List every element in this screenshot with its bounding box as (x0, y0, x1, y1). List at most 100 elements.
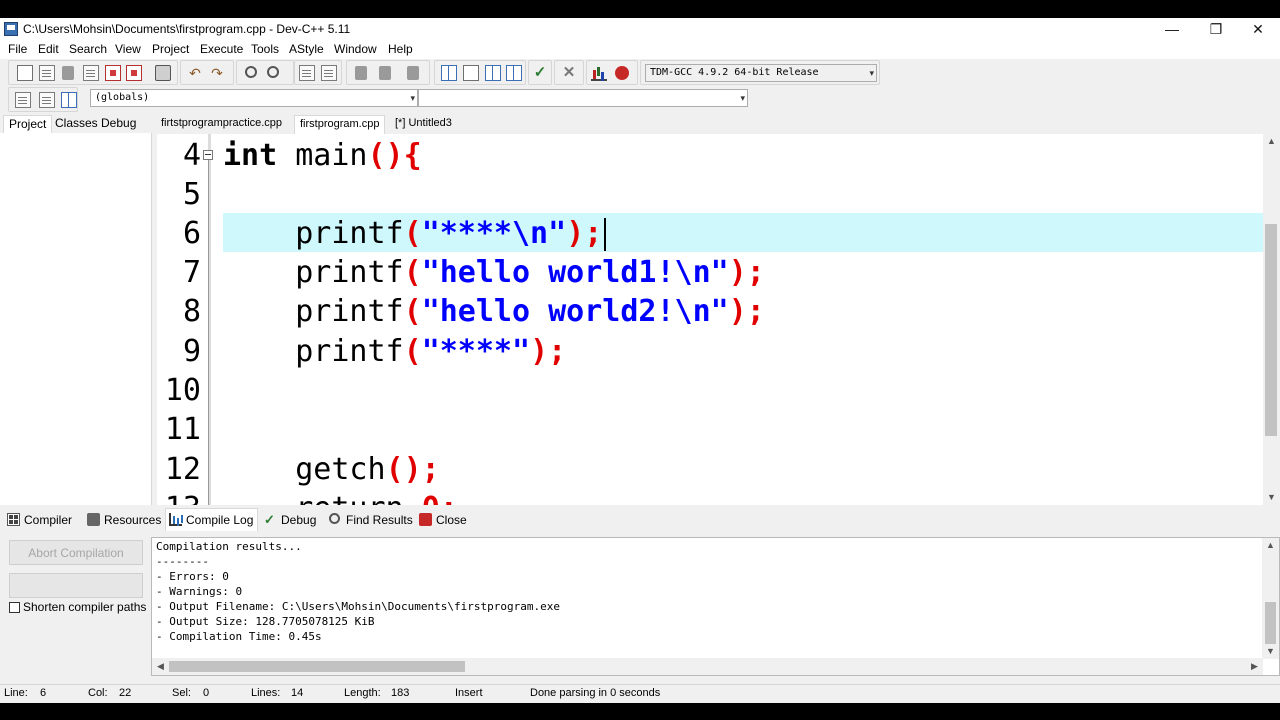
menu-project[interactable]: Project (152, 42, 189, 56)
editor-scroll-thumb[interactable] (1265, 224, 1277, 436)
bottom-tab-compiler[interactable]: Compiler (4, 509, 76, 531)
menu-edit[interactable]: Edit (38, 42, 59, 56)
editor-tab-untitled3[interactable]: [*] Untitled3 (390, 115, 457, 133)
scroll-right-icon[interactable]: ▶ (1246, 661, 1263, 672)
editor-tab-practice[interactable]: firtstprogrampractice.cpp (156, 115, 287, 133)
save-all-icon[interactable] (83, 65, 99, 81)
scroll-down-icon[interactable]: ▼ (1263, 492, 1280, 502)
chevron-down-icon: ▾ (410, 93, 415, 103)
compiler-select-value: TDM-GCC 4.9.2 64-bit Release (650, 67, 819, 78)
scroll-up-icon[interactable]: ▲ (1263, 136, 1280, 146)
new-file-icon[interactable] (17, 65, 33, 81)
menu-search[interactable]: Search (69, 42, 107, 56)
editor-tab-firstprogram[interactable]: firstprogram.cpp (294, 115, 386, 134)
debug-bug-icon[interactable] (615, 66, 629, 80)
code-line-12: getch(); (223, 452, 440, 487)
menu-execute[interactable]: Execute (200, 42, 243, 56)
compile-log-output[interactable]: Compilation results... -------- - Errors… (151, 537, 1280, 676)
undo-icon[interactable]: ↶ (187, 65, 203, 81)
log-horizontal-scrollbar[interactable]: ◀ ▶ (152, 658, 1263, 675)
open-file-icon[interactable] (39, 65, 55, 81)
tab-project[interactable]: Project (3, 115, 53, 134)
restore-button[interactable]: ❐ (1194, 18, 1238, 40)
line-number: 5 (182, 177, 201, 212)
log-line: - Warnings: 0 (156, 585, 243, 598)
window-icon[interactable] (463, 65, 479, 81)
fold-collapse-icon[interactable] (203, 150, 213, 160)
new-project-icon[interactable] (441, 65, 457, 81)
scope-select[interactable]: (globals) ▾ (90, 89, 418, 107)
bottom-tab-label: Debug (281, 513, 317, 527)
menu-astyle[interactable]: AStyle (289, 42, 324, 56)
editor-vertical-scrollbar[interactable]: ▲ ▼ (1263, 134, 1280, 505)
layout-icon[interactable] (485, 65, 501, 81)
log-line: - Errors: 0 (156, 570, 229, 583)
back-icon[interactable] (355, 66, 367, 80)
function-select[interactable]: ▾ (418, 89, 748, 107)
scroll-up-icon[interactable]: ▲ (1262, 540, 1279, 550)
menu-file[interactable]: File (8, 42, 27, 56)
status-length-value: 183 (391, 687, 410, 699)
class-toolbar: (globals) ▾ ▾ (4, 87, 750, 112)
line-number: 12 (164, 452, 201, 487)
bottom-tab-label: Find Results (346, 513, 413, 527)
log-vertical-scrollbar[interactable]: ▲ ▼ (1262, 538, 1279, 659)
check-syntax-icon[interactable]: ✓ (532, 65, 548, 81)
menu-help[interactable]: Help (388, 42, 413, 56)
goto-line-icon[interactable] (407, 66, 419, 80)
compiler-icon (7, 513, 20, 526)
replace-icon[interactable] (267, 66, 279, 78)
profile-toolbar-group (586, 60, 638, 85)
find-icon[interactable] (245, 66, 257, 78)
menu-window[interactable]: Window (334, 42, 377, 56)
bottom-tab-close[interactable]: Close (416, 509, 471, 531)
close-all-icon[interactable] (126, 65, 142, 81)
scroll-down-icon[interactable]: ▼ (1262, 646, 1279, 656)
stop-icon[interactable]: ✕ (561, 65, 577, 81)
status-lines-value: 14 (291, 687, 304, 699)
close-file-icon[interactable] (105, 65, 121, 81)
log-hscroll-thumb[interactable] (169, 661, 465, 672)
log-line: - Output Filename: C:\Users\Mohsin\Docum… (156, 600, 560, 613)
menu-tools[interactable]: Tools (251, 42, 279, 56)
bottom-tab-compile-log[interactable]: Compile Log (165, 508, 259, 531)
status-col-value: 22 (119, 687, 132, 699)
log-line: Compilation results... (156, 540, 302, 553)
print-icon[interactable] (155, 65, 171, 81)
tiles-icon[interactable] (506, 65, 522, 81)
goto-bookmark-icon[interactable] (61, 92, 77, 108)
code-editor[interactable]: 4 5 6 7 8 9 10 11 12 13 int main(){ prin… (157, 134, 1280, 505)
minimize-button[interactable]: — (1150, 18, 1194, 40)
compile-log-icon (169, 513, 182, 526)
menu-bar: File Edit Search View Project Execute To… (0, 40, 1280, 59)
bottom-tab-label: Compiler (24, 513, 73, 527)
bottom-tab-resources[interactable]: Resources (84, 509, 165, 531)
compiler-select[interactable]: TDM-GCC 4.9.2 64-bit Release ▾ (645, 64, 877, 82)
bottom-tab-find-results[interactable]: Find Results (326, 509, 417, 531)
unindent-icon[interactable] (321, 65, 337, 81)
abort-compilation-button[interactable]: Abort Compilation (9, 540, 143, 565)
forward-icon[interactable] (379, 66, 391, 80)
tab-classes[interactable]: Classes (50, 115, 103, 133)
tab-debug[interactable]: Debug (96, 115, 141, 133)
chevron-down-icon: ▾ (869, 68, 874, 78)
redo-icon[interactable]: ↷ (209, 65, 225, 81)
check-toolbar-group: ✓ (528, 60, 552, 85)
indent-toolbar-group (294, 60, 342, 85)
bottom-tab-debug[interactable]: ✓ Debug (261, 509, 320, 531)
project-toolbar-group (434, 60, 526, 85)
project-browser[interactable] (0, 133, 152, 505)
close-window-button[interactable]: ✕ (1236, 18, 1280, 40)
insert-icon[interactable] (15, 92, 31, 108)
menu-view[interactable]: View (115, 42, 141, 56)
scroll-left-icon[interactable]: ◀ (152, 661, 169, 672)
shorten-paths-checkbox[interactable] (9, 602, 20, 613)
compiler-toolbar-group: TDM-GCC 4.9.2 64-bit Release ▾ (640, 60, 880, 85)
save-icon[interactable] (62, 66, 74, 80)
bottom-tab-label: Resources (104, 513, 162, 527)
indent-icon[interactable] (299, 65, 315, 81)
close-icon (419, 513, 432, 526)
log-scroll-thumb[interactable] (1265, 602, 1276, 644)
toggle-bookmark-icon[interactable] (39, 92, 55, 108)
profile-chart-icon[interactable] (591, 65, 607, 81)
